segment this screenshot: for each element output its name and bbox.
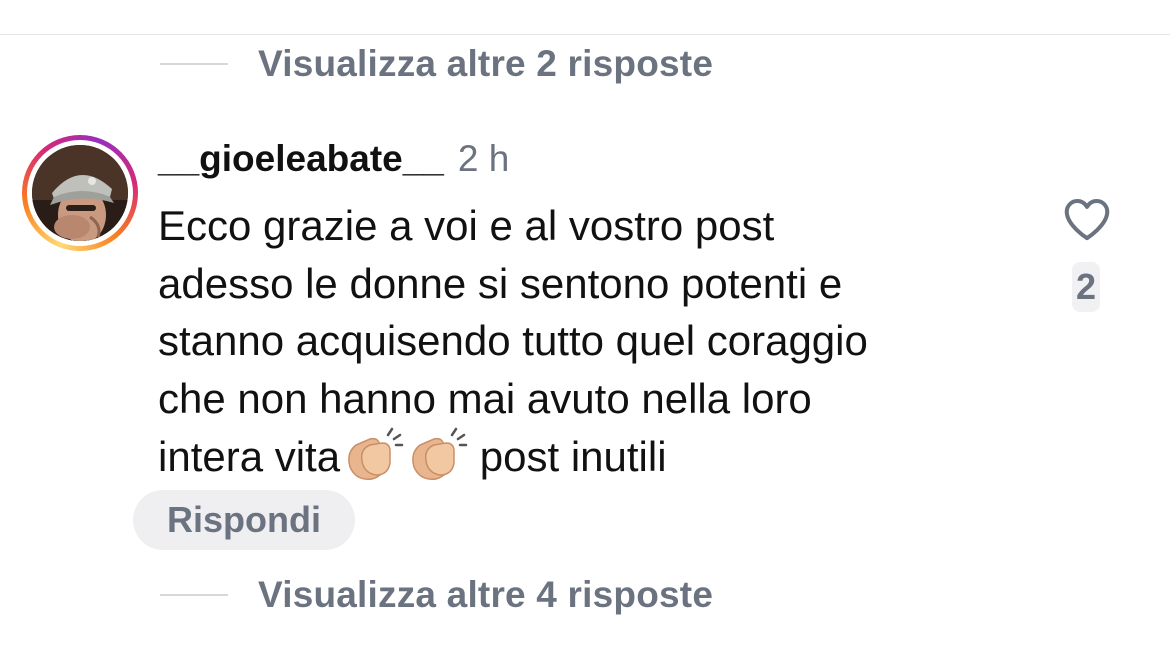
view-more-replies-label[interactable]: Visualizza altre 4 risposte xyxy=(258,574,713,616)
comment-text: Ecco grazie a voi e al vostro post adess… xyxy=(158,197,1038,486)
comment-text-segment: intera vita xyxy=(158,433,341,480)
comment-text-segment: post inutili xyxy=(479,433,667,480)
avatar[interactable] xyxy=(32,145,128,241)
comment-text-line: che non hanno mai avuto nella loro xyxy=(158,374,812,422)
thread-line xyxy=(160,63,228,65)
comment-username[interactable]: __gioeleabate__ xyxy=(158,138,444,180)
view-more-replies-label[interactable]: Visualizza altre 2 risposte xyxy=(258,43,713,85)
thread-line xyxy=(160,594,228,596)
avatar-story-ring[interactable] xyxy=(22,135,138,251)
clapping-hands-emoji xyxy=(348,427,404,480)
comment-text-line-last: intera vita post inutili xyxy=(158,427,1038,486)
clapping-hands-emoji xyxy=(412,427,468,480)
like-count[interactable]: 2 xyxy=(1072,262,1100,312)
like-button[interactable] xyxy=(1060,192,1114,246)
view-more-replies-bottom[interactable]: Visualizza altre 4 risposte xyxy=(160,565,713,625)
comment-header: __gioeleabate__ 2 h xyxy=(158,138,509,186)
view-more-replies-top[interactable]: Visualizza altre 2 risposte xyxy=(160,34,713,94)
comment-timestamp: 2 h xyxy=(457,138,510,179)
heart-icon xyxy=(1064,198,1110,241)
reply-button[interactable]: Rispondi xyxy=(133,490,355,550)
comment-text-line: Ecco grazie a voi e al vostro post xyxy=(158,202,775,249)
comment-text-line: adesso le donne si sentono potenti e xyxy=(158,259,843,307)
avatar-photo xyxy=(32,145,128,241)
comment-text-line: stanno acquisendo tutto quel coraggio xyxy=(158,317,868,364)
